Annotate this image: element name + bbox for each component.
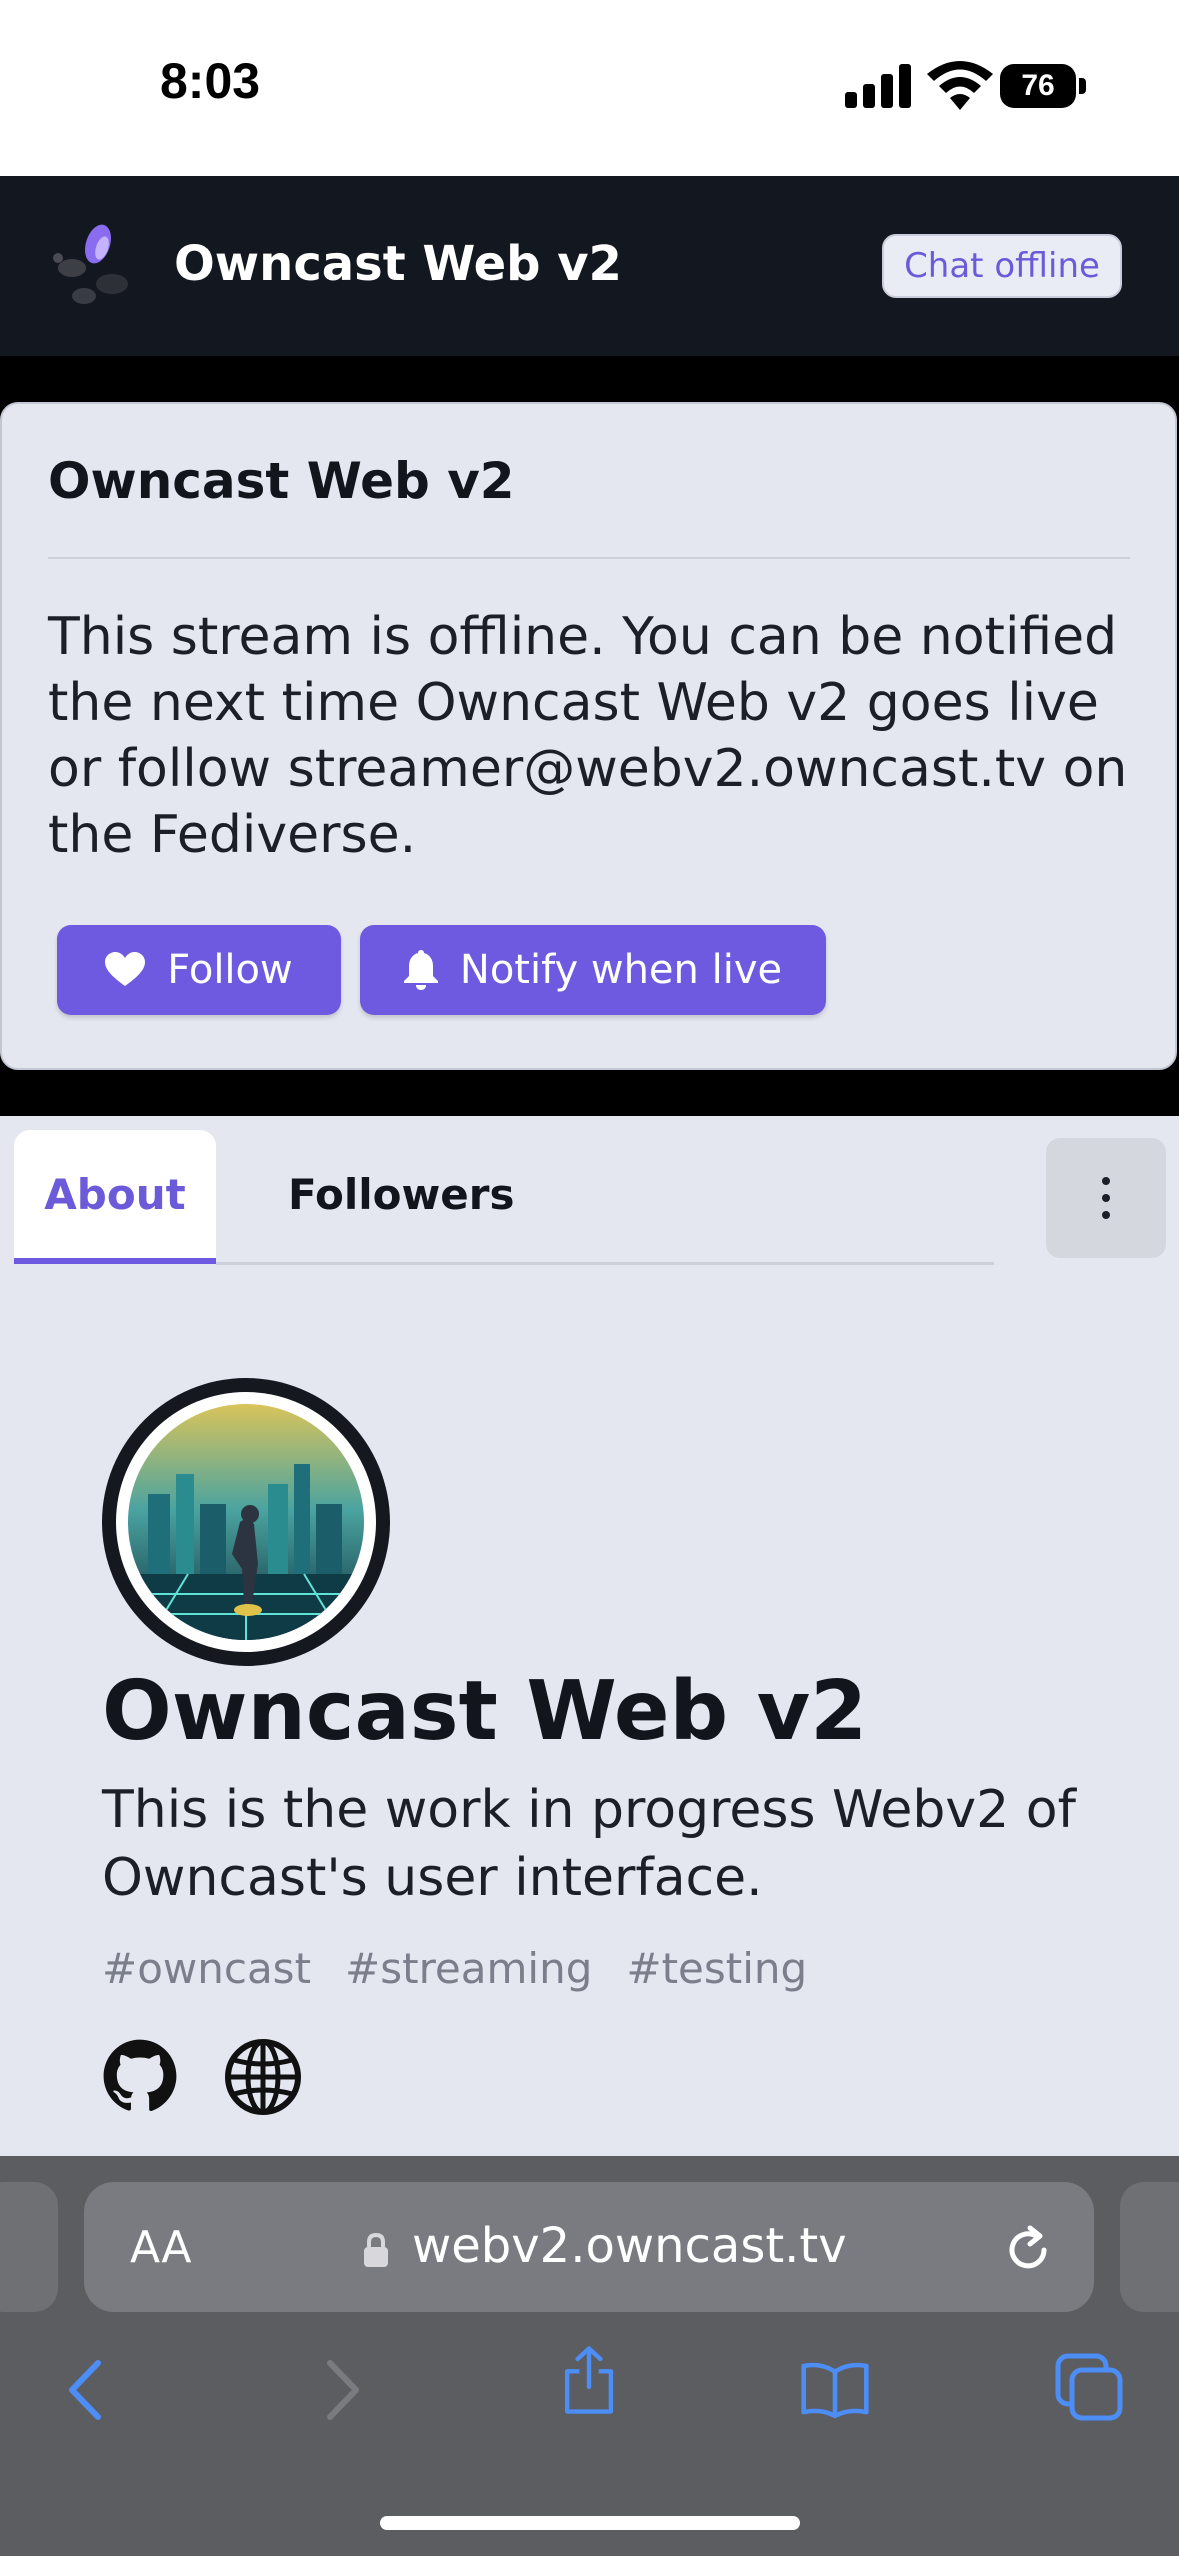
reload-icon[interactable]	[1000, 2222, 1056, 2278]
notify-label: Notify when live	[459, 947, 783, 993]
more-vertical-icon	[1102, 1177, 1110, 1219]
battery-level: 76	[1000, 64, 1076, 108]
owncast-logo-icon[interactable]	[50, 218, 140, 313]
offline-message: This stream is offline. You can be notif…	[48, 607, 1128, 865]
wifi-icon	[927, 61, 993, 110]
battery-tip	[1079, 78, 1086, 94]
bookmarks-icon[interactable]	[800, 2355, 870, 2425]
forward-icon[interactable]	[306, 2355, 376, 2425]
battery-indicator: 76	[1000, 64, 1090, 108]
follow-label: Follow	[167, 947, 293, 993]
profile-name: Owncast Web v2	[102, 1664, 868, 1759]
status-time: 8:03	[160, 53, 261, 109]
card-divider	[48, 557, 1130, 559]
avatar-image	[128, 1404, 364, 1640]
tag[interactable]: #streaming	[345, 1944, 592, 1993]
profile-description: This is the work in progress Webv2 of Ow…	[102, 1780, 1076, 1908]
share-icon[interactable]	[554, 2345, 624, 2415]
notify-button[interactable]: Notify when live	[360, 925, 826, 1015]
follow-button[interactable]: Follow	[57, 925, 341, 1015]
tab-followers[interactable]: Followers	[288, 1170, 515, 1219]
github-icon[interactable]	[102, 2038, 178, 2114]
tab-about-label[interactable]: About	[14, 1170, 216, 1219]
bell-icon	[403, 950, 438, 990]
back-icon[interactable]	[52, 2355, 122, 2425]
text-size-button[interactable]: AA	[130, 2222, 191, 2273]
heart-icon	[105, 952, 146, 986]
next-tab-peek[interactable]	[1120, 2182, 1179, 2312]
tag-list: #owncast #streaming #testing	[102, 1944, 807, 1993]
active-tab-indicator	[14, 1258, 216, 1264]
globe-icon[interactable]	[224, 2038, 302, 2116]
tag[interactable]: #testing	[626, 1944, 807, 1993]
tab-bar-rule	[216, 1262, 994, 1265]
tag[interactable]: #owncast	[102, 1944, 311, 1993]
app-title: Owncast Web v2	[174, 236, 622, 292]
previous-tab-peek[interactable]	[0, 2182, 58, 2312]
url-text[interactable]: webv2.owncast.tv	[412, 2218, 847, 2274]
offline-card-title: Owncast Web v2	[48, 452, 515, 510]
tabs-icon[interactable]	[1054, 2352, 1124, 2422]
cellular-signal-icon	[845, 64, 911, 108]
more-options-button[interactable]	[1046, 1138, 1166, 1258]
chat-offline-button[interactable]: Chat offline	[882, 234, 1122, 298]
lock-icon	[364, 2232, 388, 2267]
home-indicator	[380, 2516, 800, 2530]
